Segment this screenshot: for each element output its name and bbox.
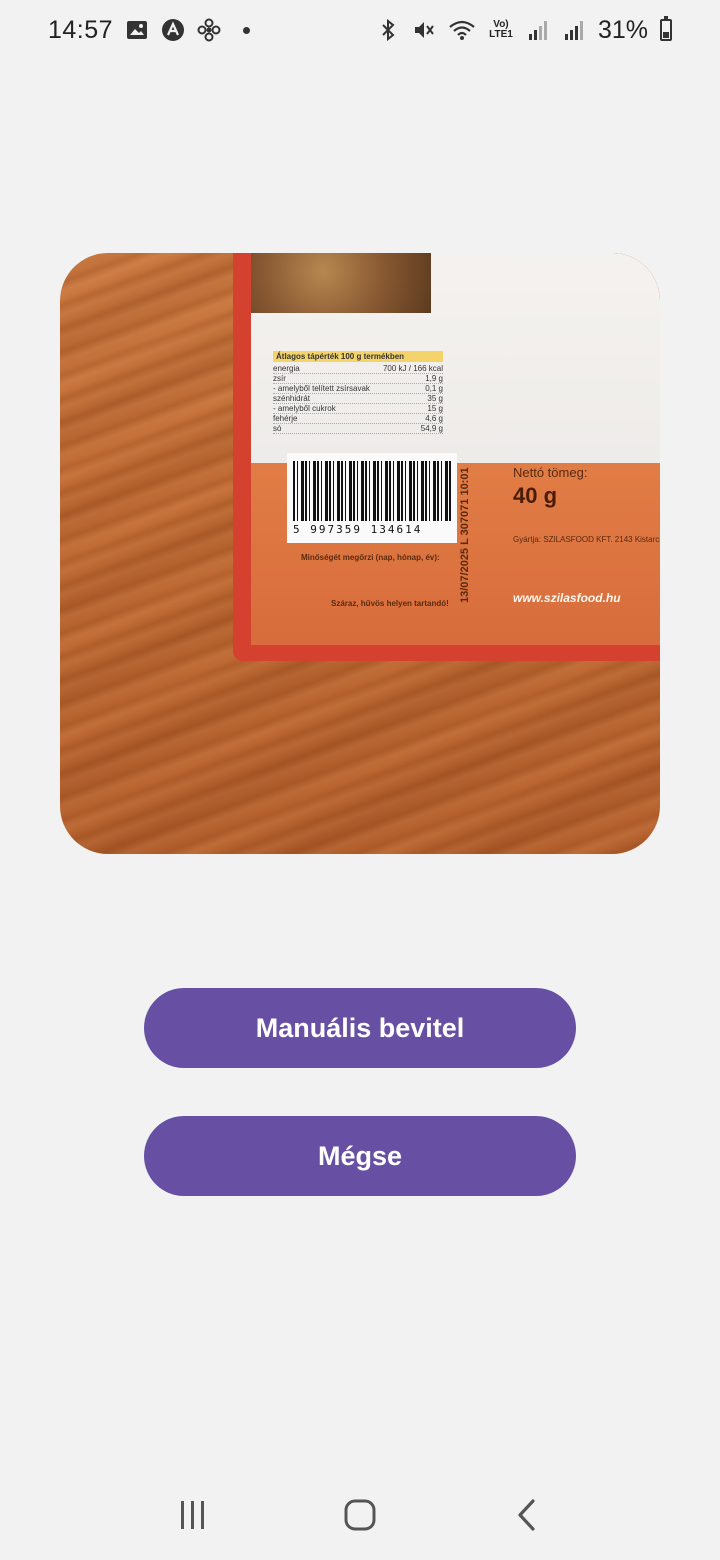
nutrition-row-label: szénhidrát	[273, 394, 310, 403]
packet-label: Átlagos tápérték 100 g termékben energia…	[251, 253, 660, 645]
status-bar: 14:57 Vo) LTE1 31%	[0, 0, 720, 60]
nutrition-row-value: 0,1 g	[425, 384, 443, 393]
notification-dot	[243, 26, 251, 34]
gallery-icon	[125, 18, 149, 42]
nutrition-rows: energia 700 kJ / 166 kcal zsír 1,9 g- amely…	[273, 364, 443, 434]
netto-label: Nettó tömeg:	[513, 465, 588, 480]
app-a-icon	[161, 18, 185, 42]
nutrition-row-value: 35 g	[427, 394, 443, 403]
navigation-bar	[0, 1470, 720, 1560]
status-bar-right: Vo) LTE1 31%	[376, 16, 672, 45]
nutrition-row-label: energia	[273, 364, 300, 373]
nutrition-row: - amelyből cukrok 15 g	[273, 404, 443, 414]
barcode-bars	[293, 461, 451, 521]
storage-label: Száraz, hűvös helyen tartandó!	[331, 599, 449, 608]
cancel-button[interactable]: Mégse	[144, 1116, 576, 1196]
lte-icon: Vo) LTE1	[489, 19, 513, 40]
nutrition-row: fehérje 4,6 g	[273, 414, 443, 424]
mute-icon	[412, 18, 436, 42]
nutrition-row-label: só	[273, 424, 282, 433]
nutrition-row-label: - amelyből cukrok	[273, 404, 336, 413]
packet-white-area: Átlagos tápérték 100 g termékben energia…	[251, 253, 660, 463]
battery-fill	[663, 32, 669, 38]
battery-percent: 31%	[597, 15, 648, 44]
website-label: www.szilasfood.hu	[513, 591, 621, 605]
back-icon[interactable]	[497, 1485, 557, 1545]
status-time: 14:57	[48, 15, 114, 44]
nutrition-row: zsír 1,9 g	[273, 374, 443, 384]
netto-value: 40 g	[513, 483, 558, 508]
signal-icon	[526, 18, 550, 42]
nutrition-row-value: 700 kJ / 166 kcal	[382, 364, 443, 373]
nutrition-row-value: 15 g	[427, 404, 443, 413]
wifi-icon	[448, 18, 476, 42]
product-packet: Átlagos tápérték 100 g termékben energia…	[233, 253, 660, 661]
bluetooth-icon	[376, 18, 400, 42]
status-bar-left: 14:57	[48, 15, 251, 45]
nutrition-row-label: zsír	[273, 374, 286, 383]
nutrition-row-label: fehérje	[273, 414, 298, 423]
nutrition-title: Átlagos tápérték 100 g termékben	[273, 351, 443, 362]
nutrition-table: Átlagos tápérték 100 g termékben energia…	[273, 351, 443, 447]
barcode-number: 5 997359 134614	[293, 523, 423, 536]
fan-icon	[197, 18, 221, 42]
recent-apps-icon[interactable]	[163, 1485, 223, 1545]
nutrition-row-value: 54,9 g	[420, 424, 443, 433]
nutrition-row: - amelyből telített zsírsavak 0,1 g	[273, 384, 443, 394]
nutrition-row-value: 1,9 g	[425, 374, 443, 383]
nutrition-row: szénhidrát 35 g	[273, 394, 443, 404]
nutrition-row-value: 4,6 g	[425, 414, 443, 423]
lot-number: 13/07/2025 L 307071 10:01	[459, 467, 471, 603]
nutrition-row: só 54,9 g	[273, 424, 443, 434]
captured-photo: Átlagos tápérték 100 g termékben energia…	[60, 253, 660, 854]
best-before-label: Minőségét megőrzi (nap, hónap, év):	[301, 553, 440, 562]
home-icon[interactable]	[330, 1485, 390, 1545]
manual-entry-button[interactable]: Manuális bevitel	[144, 988, 576, 1068]
barcode: 5 997359 134614	[287, 453, 457, 543]
nutrition-row-label: - amelyből telített zsírsavak	[273, 384, 370, 393]
signal-icon	[562, 18, 586, 42]
nutrition-row: energia 700 kJ / 166 kcal	[273, 364, 443, 374]
battery-icon	[660, 16, 672, 41]
food-image	[251, 253, 431, 313]
maker-info: Gyártja: SZILASFOOD KFT. 2143 Kistarcsa	[513, 535, 660, 544]
